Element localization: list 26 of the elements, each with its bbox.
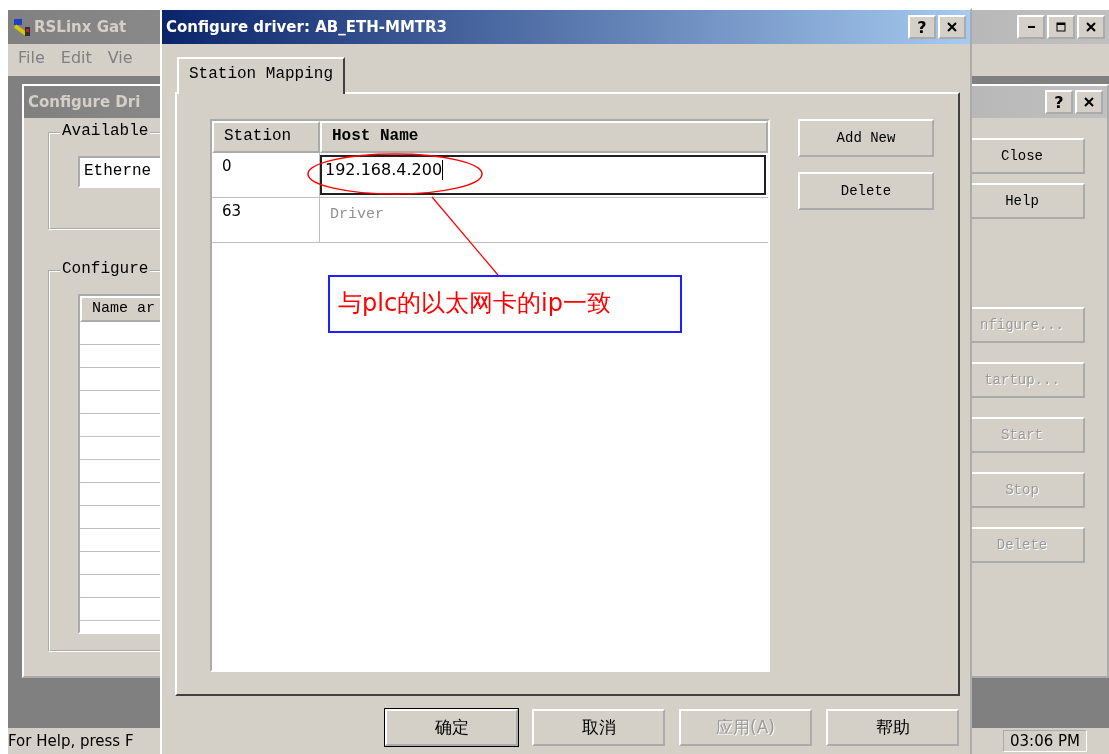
window-title: RSLinx Gat bbox=[34, 18, 127, 36]
dialog-button[interactable]: Delete bbox=[798, 172, 934, 210]
dialog-button[interactable]: 帮助 bbox=[826, 709, 959, 746]
annotation-callout: 与plc的以太网卡的ip一致 bbox=[328, 275, 682, 333]
status-text: For Help, press F bbox=[8, 732, 134, 750]
dialog-title: Configure driver: AB_ETH-MMTR3 bbox=[166, 18, 448, 36]
status-clock: 03:06 PM bbox=[1003, 730, 1087, 752]
close-button[interactable] bbox=[938, 15, 966, 39]
table-cell: 0 bbox=[212, 153, 320, 197]
close-icon bbox=[1084, 97, 1094, 107]
close-icon bbox=[1086, 22, 1096, 32]
dialog-button[interactable]: 取消 bbox=[532, 709, 665, 746]
column-header[interactable]: Host Name bbox=[320, 121, 768, 153]
help-button[interactable]: ? bbox=[908, 15, 936, 39]
dialog-button[interactable]: 确定 bbox=[385, 709, 518, 746]
tab[interactable]: Station Mapping bbox=[177, 57, 346, 94]
column-header[interactable]: Station bbox=[212, 121, 320, 153]
host-name-field[interactable]: 192.168.4.200 bbox=[320, 155, 766, 195]
dialog-button[interactable]: Add New bbox=[798, 119, 934, 157]
window-title: Configure Dri bbox=[28, 93, 141, 111]
table-cell-text: Driver bbox=[329, 205, 385, 225]
maximize-icon bbox=[1056, 22, 1066, 32]
table-cell: 63 bbox=[212, 198, 320, 242]
group-label: Configure bbox=[60, 260, 151, 278]
minimize-icon bbox=[1027, 26, 1035, 28]
close-icon bbox=[947, 22, 957, 32]
